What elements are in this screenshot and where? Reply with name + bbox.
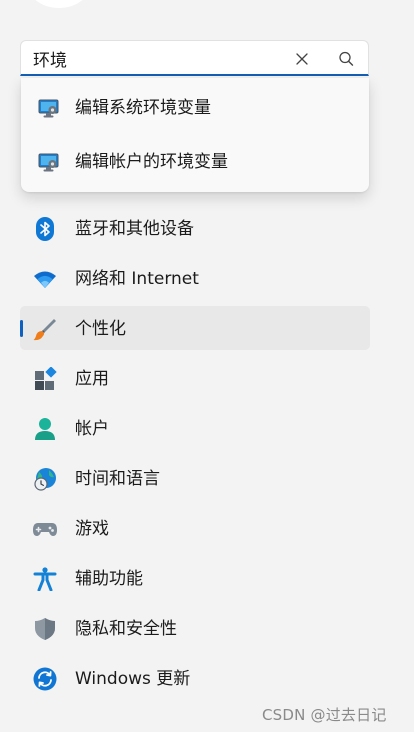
nav-item-label: Windows 更新 bbox=[75, 669, 191, 689]
search-suggestions-dropdown: 编辑系统环境变量 编辑帐户的环境变量 bbox=[21, 78, 369, 192]
bluetooth-icon bbox=[33, 217, 57, 241]
search-icon[interactable] bbox=[336, 49, 356, 69]
search-input[interactable] bbox=[33, 46, 283, 70]
nav-item-bluetooth-devices[interactable]: 蓝牙和其他设备 bbox=[20, 206, 370, 250]
nav-item-label: 辅助功能 bbox=[75, 569, 143, 589]
nav-item-label: 游戏 bbox=[75, 519, 109, 539]
suggestion-edit-account-env[interactable]: 编辑帐户的环境变量 bbox=[21, 136, 369, 188]
wifi-icon bbox=[33, 267, 57, 291]
paintbrush-icon bbox=[33, 317, 57, 341]
nav-item-gaming[interactable]: 游戏 bbox=[20, 506, 370, 550]
nav-item-label: 网络和 Internet bbox=[75, 269, 199, 289]
nav-item-label: 个性化 bbox=[75, 319, 126, 339]
watermark: CSDN @过去日记 bbox=[262, 706, 387, 724]
nav-item-apps[interactable]: 应用 bbox=[20, 356, 370, 400]
suggestion-label: 编辑系统环境变量 bbox=[75, 98, 211, 118]
monitor-settings-icon bbox=[38, 99, 60, 119]
shield-icon bbox=[33, 617, 57, 641]
nav-item-personalization[interactable]: 个性化 bbox=[20, 306, 370, 350]
account-icon bbox=[33, 417, 57, 441]
nav-item-windows-update[interactable]: Windows 更新 bbox=[20, 656, 370, 700]
nav-item-accessibility[interactable]: 辅助功能 bbox=[20, 556, 370, 600]
nav-item-accounts[interactable]: 帐户 bbox=[20, 406, 370, 450]
close-icon[interactable] bbox=[292, 49, 312, 69]
gamepad-icon bbox=[33, 517, 57, 541]
accessibility-icon bbox=[33, 567, 57, 592]
nav-item-privacy-security[interactable]: 隐私和安全性 bbox=[20, 606, 370, 650]
nav-item-network[interactable]: 网络和 Internet bbox=[20, 256, 370, 300]
settings-nav: 蓝牙和其他设备 网络和 Internet 个性化 应用 帐户 时间和语言 游戏 … bbox=[20, 206, 370, 706]
suggestion-edit-system-env[interactable]: 编辑系统环境变量 bbox=[21, 82, 369, 134]
nav-item-label: 帐户 bbox=[75, 419, 109, 439]
nav-item-time-language[interactable]: 时间和语言 bbox=[20, 456, 370, 500]
selection-indicator bbox=[20, 320, 23, 337]
settings-search-box[interactable] bbox=[20, 40, 369, 76]
nav-item-label: 应用 bbox=[75, 369, 109, 389]
user-avatar[interactable] bbox=[26, 0, 92, 8]
windows-update-icon bbox=[33, 667, 57, 691]
globe-clock-icon bbox=[33, 467, 57, 491]
monitor-settings-icon bbox=[38, 153, 60, 173]
nav-item-label: 蓝牙和其他设备 bbox=[75, 219, 194, 239]
suggestion-label: 编辑帐户的环境变量 bbox=[75, 152, 228, 172]
nav-item-label: 时间和语言 bbox=[75, 469, 160, 489]
nav-item-label: 隐私和安全性 bbox=[75, 619, 177, 639]
apps-icon bbox=[33, 366, 57, 391]
